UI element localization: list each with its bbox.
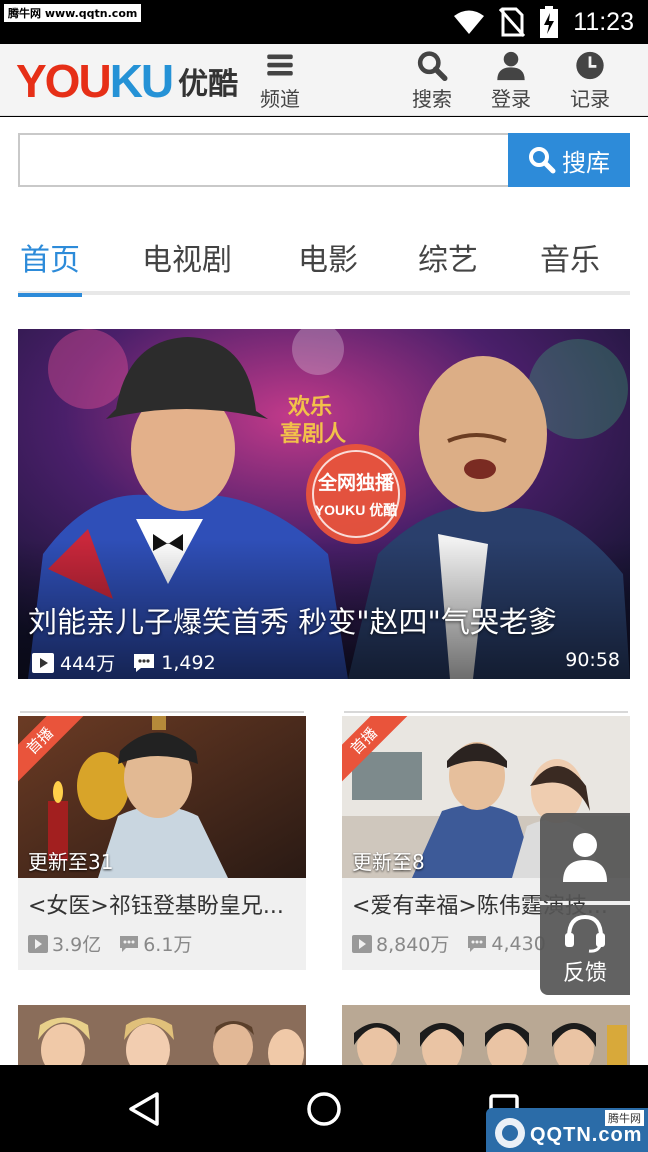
feedback-button[interactable]: 反馈 xyxy=(540,905,630,995)
comment-count: 4,430 xyxy=(491,932,546,955)
video-card[interactable]: 首播 更新至31 <女医>祁钰登基盼皇兄... 3.9亿 6.1万 xyxy=(18,711,306,970)
history-button[interactable]: 记录 xyxy=(555,50,625,112)
video-stats: 8,840万 4,430 xyxy=(352,930,546,957)
search-submit-label: 搜库 xyxy=(562,148,610,177)
tab-label: 电视剧 xyxy=(142,243,232,278)
update-status: 更新至31 xyxy=(28,850,114,874)
play-count-icon xyxy=(32,652,54,673)
clock: 11:23 xyxy=(573,7,634,36)
video-title: <女医>祁钰登基盼皇兄... xyxy=(28,894,284,919)
clock-icon xyxy=(576,51,604,80)
thumbnail-art xyxy=(18,1005,306,1065)
channels-button[interactable]: 频道 xyxy=(245,50,315,112)
category-tabs: 首页 电视剧 电影 综艺 音乐 xyxy=(18,227,630,297)
login-label: 登录 xyxy=(491,87,531,111)
logo-text-en: YOUKU xyxy=(16,55,174,107)
hero-stats: 444万 1,492 xyxy=(32,649,216,676)
watermark-label: 腾牛网 www.qqtn.com xyxy=(4,4,142,22)
search-input[interactable] xyxy=(18,133,508,187)
play-count-icon xyxy=(352,934,372,953)
back-button[interactable] xyxy=(122,1087,166,1131)
status-bar: 腾牛网 www.qqtn.com 11:23 xyxy=(0,0,648,44)
no-sim-icon xyxy=(499,7,526,37)
hero-play-count: 444万 xyxy=(60,653,116,675)
search-icon xyxy=(529,147,556,174)
search-bar: 搜库 xyxy=(18,133,630,187)
app-header: YOUKU 优酷 频道 搜索 登录 记录 xyxy=(0,44,648,116)
search-button[interactable]: 搜索 xyxy=(397,50,467,112)
login-button[interactable]: 登录 xyxy=(476,50,546,112)
play-count-icon xyxy=(28,934,48,953)
headset-icon xyxy=(565,914,605,953)
home-button[interactable] xyxy=(302,1087,346,1131)
logo-text-en-red: YOU xyxy=(16,55,112,107)
home-icon xyxy=(307,1092,341,1126)
logo-text-cn: 优酷 xyxy=(178,67,239,102)
card-stack-edge xyxy=(344,711,628,713)
comment-icon xyxy=(134,653,155,672)
search-icon xyxy=(417,51,448,81)
thumbnail-art xyxy=(342,1005,630,1065)
tab-label: 音乐 xyxy=(540,243,600,278)
user-float-button[interactable] xyxy=(540,813,630,901)
youku-logo[interactable]: YOUKU 优酷 xyxy=(16,56,238,106)
watermark-brand: QQTN.com xyxy=(530,1124,643,1146)
wifi-icon xyxy=(454,10,485,34)
status-icons: 11:23 xyxy=(453,6,634,38)
user-icon xyxy=(563,833,607,882)
hero-comment-count: 1,492 xyxy=(161,651,216,674)
hero-video[interactable]: 欢乐 喜剧人 全网独播 YOUKU 优酷 刘能亲儿子爆笑首秀 秒变"赵四"气哭老… xyxy=(18,329,630,679)
tab-home[interactable]: 首页 xyxy=(18,235,82,297)
menu-icon xyxy=(267,54,293,76)
video-stats: 3.9亿 6.1万 xyxy=(28,930,192,957)
hero-duration: 90:58 xyxy=(565,649,620,671)
play-count: 3.9亿 xyxy=(52,934,102,956)
logo-text-en-blue: KU xyxy=(109,55,174,107)
channels-label: 频道 xyxy=(260,87,300,111)
card-stack-edge xyxy=(20,711,304,713)
battery-charging-icon xyxy=(540,6,559,38)
search-submit-button[interactable]: 搜库 xyxy=(508,133,630,187)
back-icon xyxy=(129,1092,159,1126)
tab-label: 首页 xyxy=(20,243,80,278)
watermark-logo-icon xyxy=(495,1118,525,1148)
site-watermark: 腾牛网 QQTN.com xyxy=(486,1108,648,1152)
tab-active-indicator xyxy=(18,293,82,297)
tab-music[interactable]: 音乐 xyxy=(540,235,600,293)
video-thumbnail: 首播 更新至31 xyxy=(18,716,306,878)
main-content: 搜库 首页 电视剧 电影 综艺 音乐 刘能亲儿子爆笑首秀 秒变"赵四"气哭老爹 … xyxy=(0,117,648,1065)
video-card-partial[interactable] xyxy=(342,1005,630,1065)
user-icon xyxy=(497,51,525,81)
tab-label: 综艺 xyxy=(418,243,478,278)
comment-icon xyxy=(120,935,139,952)
video-card-partial[interactable] xyxy=(18,1005,306,1065)
history-label: 记录 xyxy=(570,87,610,111)
comment-count: 6.1万 xyxy=(143,934,193,956)
update-status: 更新至8 xyxy=(352,850,425,874)
search-label: 搜索 xyxy=(412,87,452,111)
tab-movies[interactable]: 电影 xyxy=(298,235,358,293)
hero-title: 刘能亲儿子爆笑首秀 秒变"赵四"气哭老爹 xyxy=(28,605,557,639)
feedback-label: 反馈 xyxy=(562,961,607,986)
play-count: 8,840万 xyxy=(376,934,450,956)
tab-tv-series[interactable]: 电视剧 xyxy=(142,235,232,293)
tab-label: 电影 xyxy=(298,243,358,278)
comment-icon xyxy=(468,935,487,952)
tab-variety[interactable]: 综艺 xyxy=(418,235,478,293)
